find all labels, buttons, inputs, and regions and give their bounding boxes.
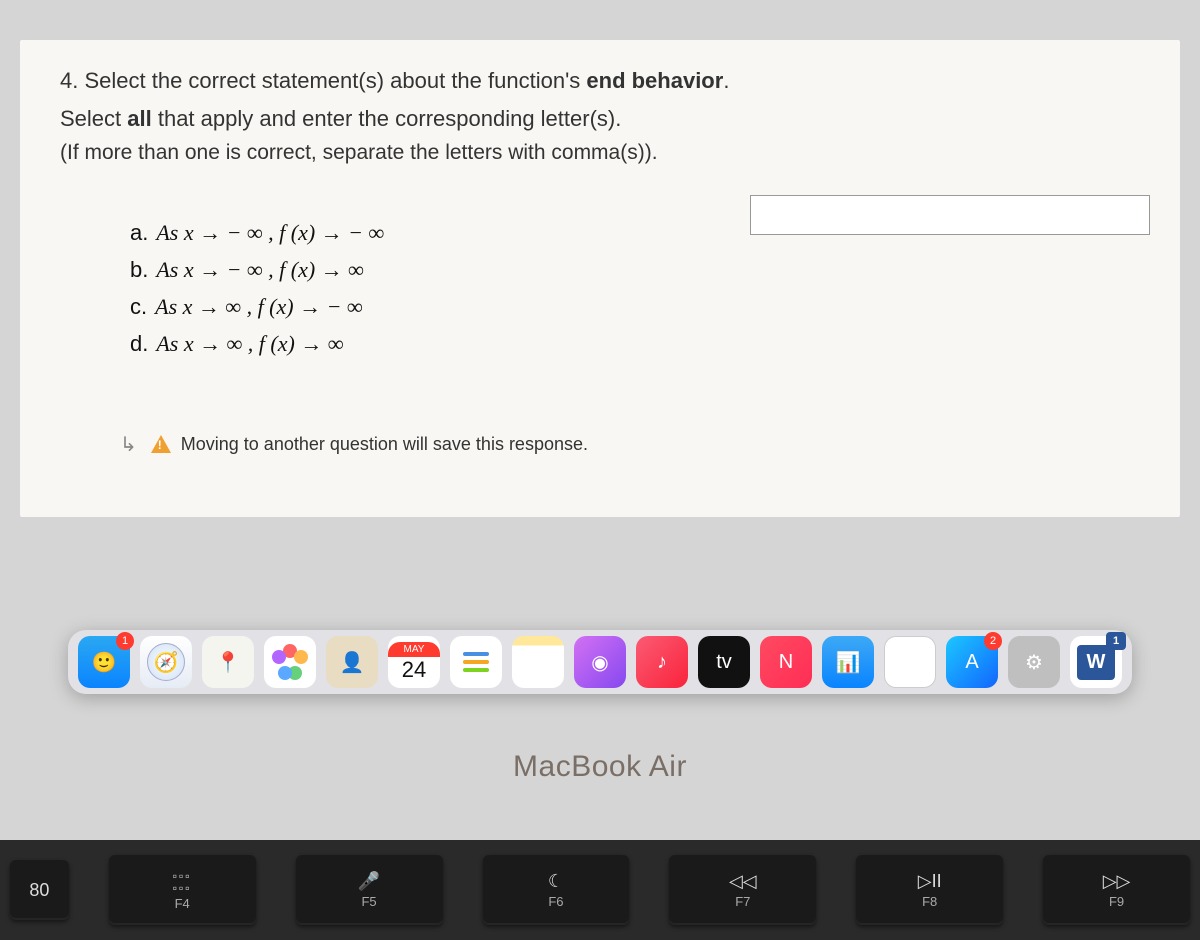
pages-icon[interactable]: ✎ (884, 636, 936, 688)
question-prompt: 4. Select the correct statement(s) about… (60, 65, 1140, 97)
keynote-icon[interactable]: 📊 (822, 636, 874, 688)
question-note: (If more than one is correct, separate t… (60, 141, 1140, 165)
key-f8: ▷II F8 (856, 855, 1003, 925)
appstore-icon[interactable]: A2 (946, 636, 998, 688)
key-f4: ▫▫▫▫▫▫ F4 (109, 855, 256, 925)
question-panel: 4. Select the correct statement(s) about… (20, 40, 1180, 517)
key-f5: 🎤 F5 (296, 855, 443, 925)
question-number: 4. (60, 68, 78, 93)
keyboard: 80 ▫▫▫▫▫▫ F4 🎤 F5 ☾ F6 ◁◁ F7 ▷II F8 ▷▷ F… (0, 840, 1200, 940)
key-f6: ☾ F6 (483, 855, 630, 925)
music-icon[interactable]: ♪ (636, 636, 688, 688)
arrow-icon: ↳ (120, 432, 137, 457)
word-icon[interactable]: W1 (1070, 636, 1122, 688)
option-b: b.As x → − ∞ , f (x) → ∞ (130, 252, 1140, 287)
key-f9: ▷▷ F9 (1043, 855, 1190, 925)
maps-icon[interactable]: 📍 (202, 636, 254, 688)
macos-dock: 🙂1 🧭 📍 👤 MAY 24 ◉ ♪ tv (0, 630, 1200, 694)
notes-icon[interactable] (512, 636, 564, 688)
option-d: d.As x → ∞ , f (x) → ∞ (130, 326, 1140, 361)
question-instruct: Select all that apply and enter the corr… (60, 103, 1140, 135)
warning-icon (151, 435, 171, 453)
settings-icon[interactable]: ⚙ (1008, 636, 1060, 688)
finder-icon[interactable]: 🙂1 (78, 636, 130, 688)
key-80: 80 (10, 860, 69, 920)
photos-icon[interactable] (264, 636, 316, 688)
options-list: a.As x → − ∞ , f (x) → − ∞ b.As x → − ∞ … (130, 215, 1140, 362)
calendar-icon[interactable]: MAY 24 (388, 636, 440, 688)
podcasts-icon[interactable]: ◉ (574, 636, 626, 688)
contacts-icon[interactable]: 👤 (326, 636, 378, 688)
key-f7: ◁◁ F7 (669, 855, 816, 925)
reminders-icon[interactable] (450, 636, 502, 688)
warning-row: ↳ Moving to another question will save t… (120, 432, 1140, 457)
laptop-label: MacBook Air (0, 750, 1200, 784)
warning-text: Moving to another question will save thi… (181, 434, 588, 455)
option-c: c.As x → ∞ , f (x) → − ∞ (130, 289, 1140, 324)
answer-input[interactable] (750, 195, 1150, 235)
news-icon[interactable]: N (760, 636, 812, 688)
appletv-icon[interactable]: tv (698, 636, 750, 688)
safari-icon[interactable]: 🧭 (140, 636, 192, 688)
